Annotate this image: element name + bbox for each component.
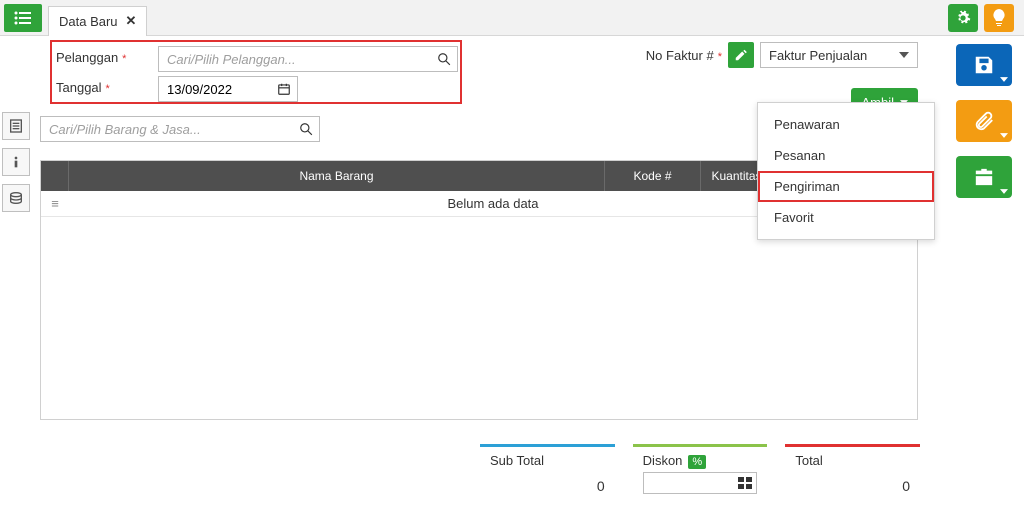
toolbox-button[interactable] [956, 156, 1012, 198]
subtotal-value: 0 [597, 478, 605, 494]
diskon-box: Diskon% [633, 444, 768, 500]
diskon-input-field[interactable] [643, 472, 758, 494]
dd-item-favorit[interactable]: Favorit [758, 202, 934, 233]
close-icon[interactable]: ✕ [126, 13, 137, 29]
total-value: 0 [902, 478, 910, 494]
item-search-field[interactable] [40, 116, 320, 142]
pelanggan-field[interactable] [158, 46, 458, 72]
tab-title: Data Baru [59, 14, 118, 29]
currency-icon [8, 190, 24, 206]
search-icon[interactable] [437, 52, 451, 66]
chevron-down-icon [899, 52, 909, 58]
list-icon [14, 11, 32, 25]
gear-icon [955, 10, 971, 26]
briefcase-icon [973, 167, 995, 187]
percent-badge[interactable]: % [688, 455, 706, 469]
nofaktur-label: No Faktur #* [646, 48, 722, 63]
tanggal-label: Tanggal* [56, 80, 110, 95]
pencil-icon [734, 48, 748, 62]
diskon-label: Diskon% [643, 453, 758, 468]
subtotal-box: Sub Total 0 [480, 444, 615, 500]
info-icon [8, 154, 24, 170]
ambil-dropdown: Penawaran Pesanan Pengiriman Favorit [757, 102, 935, 240]
dd-item-pesanan[interactable]: Pesanan [758, 140, 934, 171]
th-handle [41, 161, 69, 191]
total-box: Total 0 [785, 444, 920, 500]
info-tab-button[interactable] [2, 148, 30, 176]
dd-item-pengiriman[interactable]: Pengiriman [758, 171, 934, 202]
total-label: Total [795, 453, 910, 468]
search-icon[interactable] [299, 122, 313, 136]
th-kode[interactable]: Kode # [605, 161, 701, 191]
calendar-icon[interactable] [277, 82, 291, 96]
hint-button[interactable] [984, 4, 1014, 32]
pelanggan-label: Pelanggan* [56, 50, 126, 65]
settings-button[interactable] [948, 4, 978, 32]
currency-tab-button[interactable] [2, 184, 30, 212]
row-drag-icon[interactable]: ≡ [41, 196, 69, 211]
th-nama-barang[interactable]: Nama Barang [69, 161, 605, 191]
attachment-button[interactable] [956, 100, 1012, 142]
diskon-input[interactable] [648, 475, 739, 492]
document-icon [8, 118, 24, 134]
main-menu-button[interactable] [4, 4, 42, 32]
pelanggan-input[interactable] [165, 51, 437, 68]
lightbulb-icon [992, 9, 1006, 27]
tanggal-field[interactable] [158, 76, 298, 102]
item-search-input[interactable] [47, 121, 299, 138]
edit-nofaktur-button[interactable] [728, 42, 754, 68]
faktur-select-value: Faktur Penjualan [769, 48, 867, 63]
subtotal-label: Sub Total [490, 453, 605, 468]
save-icon [973, 54, 995, 76]
save-button[interactable] [956, 44, 1012, 86]
tanggal-input[interactable] [165, 81, 277, 98]
tab-data-baru[interactable]: Data Baru ✕ [48, 6, 147, 36]
tab-bar: Data Baru ✕ [0, 0, 1024, 36]
keypad-icon[interactable] [738, 477, 752, 489]
detail-tab-button[interactable] [2, 112, 30, 140]
paperclip-icon [973, 110, 995, 132]
faktur-type-select[interactable]: Faktur Penjualan [760, 42, 918, 68]
dd-item-penawaran[interactable]: Penawaran [758, 109, 934, 140]
